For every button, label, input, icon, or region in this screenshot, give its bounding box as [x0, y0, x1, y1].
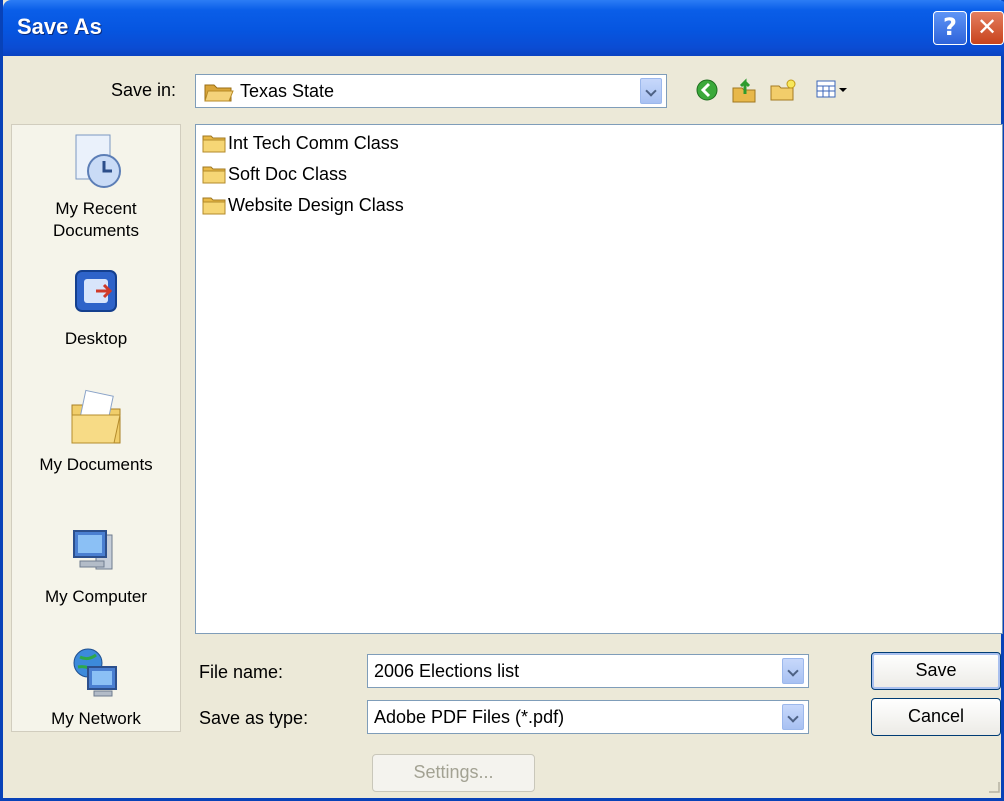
chevron-down-icon[interactable]	[782, 704, 804, 730]
file-name-value: 2006 Elections list	[374, 661, 520, 681]
save-as-dialog: Save As ? ✕ Save in: Texas State My Rece…	[0, 0, 1004, 801]
folder-icon	[202, 166, 226, 184]
place-my-computer[interactable]: My Computer	[12, 521, 180, 608]
folder-icon	[202, 135, 226, 153]
chevron-down-icon[interactable]	[640, 78, 662, 104]
place-label: My Recent	[55, 199, 137, 218]
help-button[interactable]: ?	[933, 11, 967, 45]
save-in-value: Texas State	[240, 81, 335, 101]
title-bar[interactable]: Save As ? ✕	[3, 0, 1004, 56]
desktop-icon	[75, 270, 117, 312]
my-computer-icon	[73, 530, 113, 570]
file-name: Soft Doc Class	[228, 164, 348, 184]
dialog-title: Save As	[17, 14, 102, 39]
file-name: Int Tech Comm Class	[228, 133, 399, 153]
place-label: My Computer	[44, 587, 148, 606]
place-my-recent-documents[interactable]: My Recent Documents	[12, 131, 180, 242]
new-folder-icon[interactable]	[769, 78, 797, 104]
place-label: Desktop	[64, 329, 128, 348]
back-icon[interactable]	[695, 78, 719, 102]
my-documents-icon	[71, 389, 121, 444]
save-as-type-value: Adobe PDF Files (*.pdf)	[374, 707, 565, 727]
resize-grip-icon[interactable]	[987, 780, 1001, 794]
save-as-type-dropdown[interactable]: Adobe PDF Files (*.pdf)	[367, 700, 809, 734]
file-name-field[interactable]: 2006 Elections list	[367, 654, 809, 688]
place-label: My Documents	[39, 455, 153, 474]
chevron-down-icon[interactable]	[782, 658, 804, 684]
open-folder-icon	[204, 84, 234, 102]
views-menu-icon[interactable]	[815, 78, 849, 102]
place-label: My Network	[51, 709, 141, 728]
file-name: Website Design Class	[228, 195, 404, 215]
my-network-icon	[73, 648, 117, 697]
save-button[interactable]: Save	[871, 652, 1001, 690]
save-in-label: Save in:	[111, 80, 177, 100]
close-button[interactable]: ✕	[970, 11, 1004, 45]
settings-button[interactable]: Settings...	[372, 754, 535, 792]
place-label: Documents	[53, 221, 139, 240]
cancel-button[interactable]: Cancel	[871, 698, 1001, 736]
place-desktop[interactable]: Desktop	[12, 265, 180, 350]
recent-documents-icon	[75, 134, 121, 188]
file-name-label: File name:	[199, 662, 284, 682]
save-as-type-label: Save as type:	[199, 708, 309, 728]
folder-icon	[202, 197, 226, 215]
places-bar: My Recent Documents Desktop My Documents	[11, 124, 181, 732]
save-in-dropdown[interactable]: Texas State	[195, 74, 667, 108]
place-my-documents[interactable]: My Documents	[12, 387, 180, 476]
up-folder-icon[interactable]	[731, 78, 757, 104]
place-my-network[interactable]: My Network	[12, 643, 180, 730]
file-list[interactable]: Int Tech Comm Class Soft Doc Class Websi…	[195, 124, 1003, 634]
